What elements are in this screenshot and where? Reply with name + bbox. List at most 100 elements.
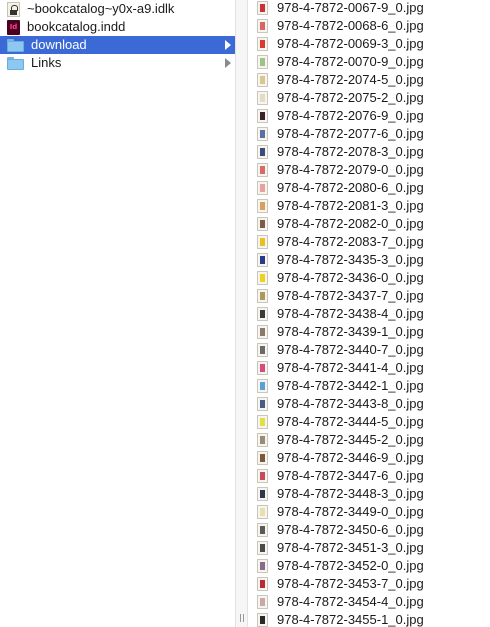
folder-column-item[interactable]: Id bookcatalog.indd [0,18,235,36]
file-item[interactable]: 978-4-7872-3447-6_0.jpg [248,467,490,485]
file-item[interactable]: 978-4-7872-2080-6_0.jpg [248,179,490,197]
file-item[interactable]: 978-4-7872-2083-7_0.jpg [248,233,490,251]
image-thumbnail-icon [257,343,268,357]
image-thumbnail-icon [257,37,268,51]
image-thumbnail-icon [257,235,268,249]
image-thumbnail-icon [257,271,268,285]
file-name: 978-4-7872-2076-9_0.jpg [277,108,424,123]
file-item[interactable]: 978-4-7872-3444-5_0.jpg [248,413,490,431]
file-name: 978-4-7872-3454-4_0.jpg [277,594,424,609]
file-item[interactable]: 978-4-7872-3441-4_0.jpg [248,359,490,377]
file-name: 978-4-7872-3439-1_0.jpg [277,324,424,339]
file-item[interactable]: 978-4-7872-3440-7_0.jpg [248,341,490,359]
finder-column-view: ~bookcatalog~y0x-a9.idlk Id bookcatalog.in… [0,0,490,627]
folder-column-item[interactable]: ~bookcatalog~y0x-a9.idlk [0,0,235,18]
image-thumbnail-icon [257,559,268,573]
file-name: 978-4-7872-3455-1_0.jpg [277,612,424,627]
file-item[interactable]: 978-4-7872-3436-0_0.jpg [248,269,490,287]
file-name: 978-4-7872-0069-3_0.jpg [277,36,424,51]
file-item[interactable]: 978-4-7872-3435-3_0.jpg [248,251,490,269]
file-item[interactable]: 978-4-7872-3439-1_0.jpg [248,323,490,341]
file-name: 978-4-7872-2075-2_0.jpg [277,90,424,105]
image-thumbnail-icon [257,73,268,87]
file-item[interactable]: 978-4-7872-2075-2_0.jpg [248,89,490,107]
image-thumbnail-icon [257,379,268,393]
file-item[interactable]: 978-4-7872-3448-3_0.jpg [248,485,490,503]
column-resize-handle[interactable] [237,612,247,624]
file-name: 978-4-7872-2082-0_0.jpg [277,216,424,231]
file-item[interactable]: 978-4-7872-0067-9_0.jpg [248,0,490,17]
file-item[interactable]: 978-4-7872-2082-0_0.jpg [248,215,490,233]
file-item[interactable]: 978-4-7872-3450-6_0.jpg [248,521,490,539]
folder-column-item[interactable]: download [0,36,235,54]
file-list: 978-4-7872-0067-9_0.jpg 978-4-7872-0068-6… [248,0,490,627]
file-name: 978-4-7872-3438-4_0.jpg [277,306,424,321]
image-thumbnail-icon [257,181,268,195]
file-item[interactable]: 978-4-7872-2078-3_0.jpg [248,143,490,161]
file-name: 978-4-7872-3451-3_0.jpg [277,540,424,555]
file-name: 978-4-7872-2074-5_0.jpg [277,72,424,87]
file-name: 978-4-7872-0067-9_0.jpg [277,0,424,15]
file-item[interactable]: 978-4-7872-3455-1_0.jpg [248,611,490,627]
image-thumbnail-icon [257,19,268,33]
file-item[interactable]: 978-4-7872-3443-8_0.jpg [248,395,490,413]
item-label: ~bookcatalog~y0x-a9.idlk [27,1,175,16]
folder-icon [7,38,24,52]
file-item[interactable]: 978-4-7872-0068-6_0.jpg [248,17,490,35]
image-thumbnail-icon [257,397,268,411]
file-name: 978-4-7872-2081-3_0.jpg [277,198,424,213]
image-thumbnail-icon [257,595,268,609]
file-name: 978-4-7872-3442-1_0.jpg [277,378,424,393]
file-item[interactable]: 978-4-7872-3445-2_0.jpg [248,431,490,449]
file-item[interactable]: 978-4-7872-2077-6_0.jpg [248,125,490,143]
indesign-file-icon: Id [7,19,20,35]
file-item[interactable]: 978-4-7872-3454-4_0.jpg [248,593,490,611]
file-item[interactable]: 978-4-7872-3449-0_0.jpg [248,503,490,521]
file-item[interactable]: 978-4-7872-3438-4_0.jpg [248,305,490,323]
file-name: 978-4-7872-3453-7_0.jpg [277,576,424,591]
file-name: 978-4-7872-3450-6_0.jpg [277,522,424,537]
file-name: 978-4-7872-3452-0_0.jpg [277,558,424,573]
file-item[interactable]: 978-4-7872-0070-9_0.jpg [248,53,490,71]
column-divider[interactable] [236,0,248,627]
item-label: Links [31,55,62,70]
image-thumbnail-icon [257,127,268,141]
file-name: 978-4-7872-3447-6_0.jpg [277,468,424,483]
file-item[interactable]: 978-4-7872-3446-9_0.jpg [248,449,490,467]
folder-column-item[interactable]: Links [0,54,235,72]
disclosure-arrow-icon [225,58,231,68]
disclosure-arrow-icon [225,40,231,50]
image-thumbnail-icon [257,109,268,123]
image-thumbnail-icon [257,163,268,177]
image-thumbnail-icon [257,217,268,231]
file-item[interactable]: 978-4-7872-2076-9_0.jpg [248,107,490,125]
file-item[interactable]: 978-4-7872-2074-5_0.jpg [248,71,490,89]
image-thumbnail-icon [257,433,268,447]
file-item[interactable]: 978-4-7872-3442-1_0.jpg [248,377,490,395]
lock-file-icon [7,1,20,17]
file-item[interactable]: 978-4-7872-3437-7_0.jpg [248,287,490,305]
image-thumbnail-icon [257,199,268,213]
image-thumbnail-icon [257,55,268,69]
file-name: 978-4-7872-0068-6_0.jpg [277,18,424,33]
file-item[interactable]: 978-4-7872-2079-0_0.jpg [248,161,490,179]
file-item[interactable]: 978-4-7872-0069-3_0.jpg [248,35,490,53]
file-name: 978-4-7872-3440-7_0.jpg [277,342,424,357]
file-item[interactable]: 978-4-7872-3452-0_0.jpg [248,557,490,575]
file-name: 978-4-7872-2079-0_0.jpg [277,162,424,177]
file-name: 978-4-7872-3436-0_0.jpg [277,270,424,285]
folder-column: ~bookcatalog~y0x-a9.idlk Id bookcatalog.in… [0,0,236,627]
file-name: 978-4-7872-2077-6_0.jpg [277,126,424,141]
image-thumbnail-icon [257,523,268,537]
file-name: 978-4-7872-2083-7_0.jpg [277,234,424,249]
file-name: 978-4-7872-3448-3_0.jpg [277,486,424,501]
image-thumbnail-icon [257,253,268,267]
file-name: 978-4-7872-3435-3_0.jpg [277,252,424,267]
image-thumbnail-icon [257,307,268,321]
file-item[interactable]: 978-4-7872-2081-3_0.jpg [248,197,490,215]
file-item[interactable]: 978-4-7872-3451-3_0.jpg [248,539,490,557]
image-thumbnail-icon [257,451,268,465]
file-item[interactable]: 978-4-7872-3453-7_0.jpg [248,575,490,593]
image-thumbnail-icon [257,1,268,15]
item-label: bookcatalog.indd [27,19,126,34]
